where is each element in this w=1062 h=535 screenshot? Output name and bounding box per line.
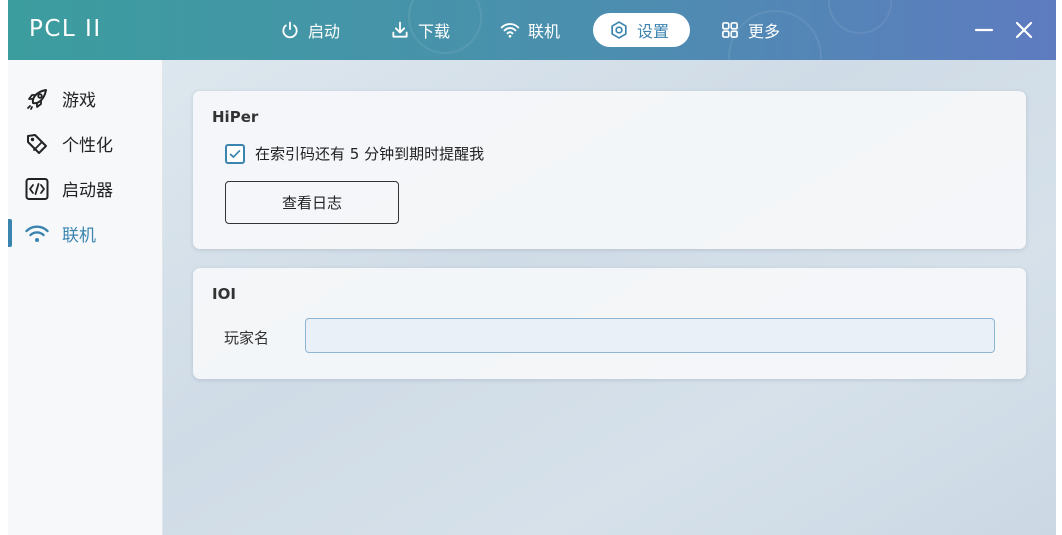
- sidebar-item-launcher[interactable]: 启动器: [8, 168, 162, 208]
- close-icon: [1015, 21, 1033, 39]
- checkmark-icon: [229, 149, 241, 158]
- grid-icon: [722, 22, 738, 38]
- player-name-label: 玩家名: [224, 329, 270, 347]
- view-log-button[interactable]: 查看日志: [225, 181, 399, 224]
- nav-more[interactable]: 更多: [704, 13, 796, 47]
- nav-launch[interactable]: 启动: [264, 13, 356, 47]
- active-indicator: [8, 219, 12, 247]
- sidebar-item-game[interactable]: 游戏: [8, 78, 162, 118]
- background-window-edge-right: [1056, 0, 1062, 535]
- sidebar-item-label: 游戏: [62, 90, 96, 111]
- wifi-icon: [500, 23, 520, 38]
- reminder-checkbox[interactable]: [225, 143, 245, 164]
- sidebar-item-personalize[interactable]: 个性化: [8, 123, 162, 163]
- nav-launch-label: 启动: [308, 22, 341, 41]
- reminder-checkbox-row[interactable]: 在索引码还有 5 分钟到期时提醒我: [225, 143, 484, 164]
- download-icon: [392, 21, 408, 38]
- minimize-icon: [974, 28, 994, 32]
- palette-icon: [27, 134, 47, 154]
- nav-download-label: 下载: [418, 22, 451, 41]
- player-name-input[interactable]: [305, 318, 995, 353]
- nav-settings[interactable]: 设置: [593, 13, 690, 47]
- minimize-button[interactable]: [972, 18, 996, 42]
- code-icon: [25, 178, 49, 200]
- nav-more-label: 更多: [748, 22, 781, 41]
- sidebar-item-multiplayer[interactable]: 联机: [8, 213, 162, 253]
- app-title: PCL II: [29, 16, 102, 42]
- reminder-checkbox-label: 在索引码还有 5 分钟到期时提醒我: [255, 145, 485, 163]
- title-bar[interactable]: PCL II 启动 下载 联机 设置 更多: [8, 0, 1056, 104]
- power-icon: [282, 21, 298, 39]
- nav-settings-label: 设置: [637, 22, 670, 41]
- wifi-icon: [25, 225, 49, 242]
- hiper-card: HiPer 在索引码还有 5 分钟到期时提醒我 查看日志: [193, 91, 1026, 249]
- card-title: IOI: [212, 285, 236, 303]
- titlebar-decoration: [828, 0, 892, 34]
- ioi-card: IOI 玩家名: [193, 268, 1026, 379]
- sidebar-item-label: 个性化: [62, 135, 113, 156]
- rocket-icon: [27, 89, 47, 110]
- settings-content: HiPer 在索引码还有 5 分钟到期时提醒我 查看日志 IOI 玩家名: [163, 60, 1056, 535]
- nav-multiplayer[interactable]: 联机: [484, 13, 576, 47]
- nav-multiplayer-label: 联机: [528, 22, 561, 41]
- nav-download[interactable]: 下载: [374, 13, 466, 47]
- sidebar-item-label: 联机: [62, 225, 96, 246]
- close-button[interactable]: [1012, 18, 1036, 42]
- background-window-edge-left: [0, 0, 8, 535]
- settings-icon: [611, 21, 627, 39]
- sidebar: 游戏 个性化 启动器 联机: [8, 60, 163, 535]
- pcl-window: PCL II 启动 下载 联机 设置 更多 游戏 个性化 启动器 联机 HiPe…: [8, 0, 1056, 535]
- card-title: HiPer: [212, 108, 259, 126]
- sidebar-item-label: 启动器: [62, 180, 113, 201]
